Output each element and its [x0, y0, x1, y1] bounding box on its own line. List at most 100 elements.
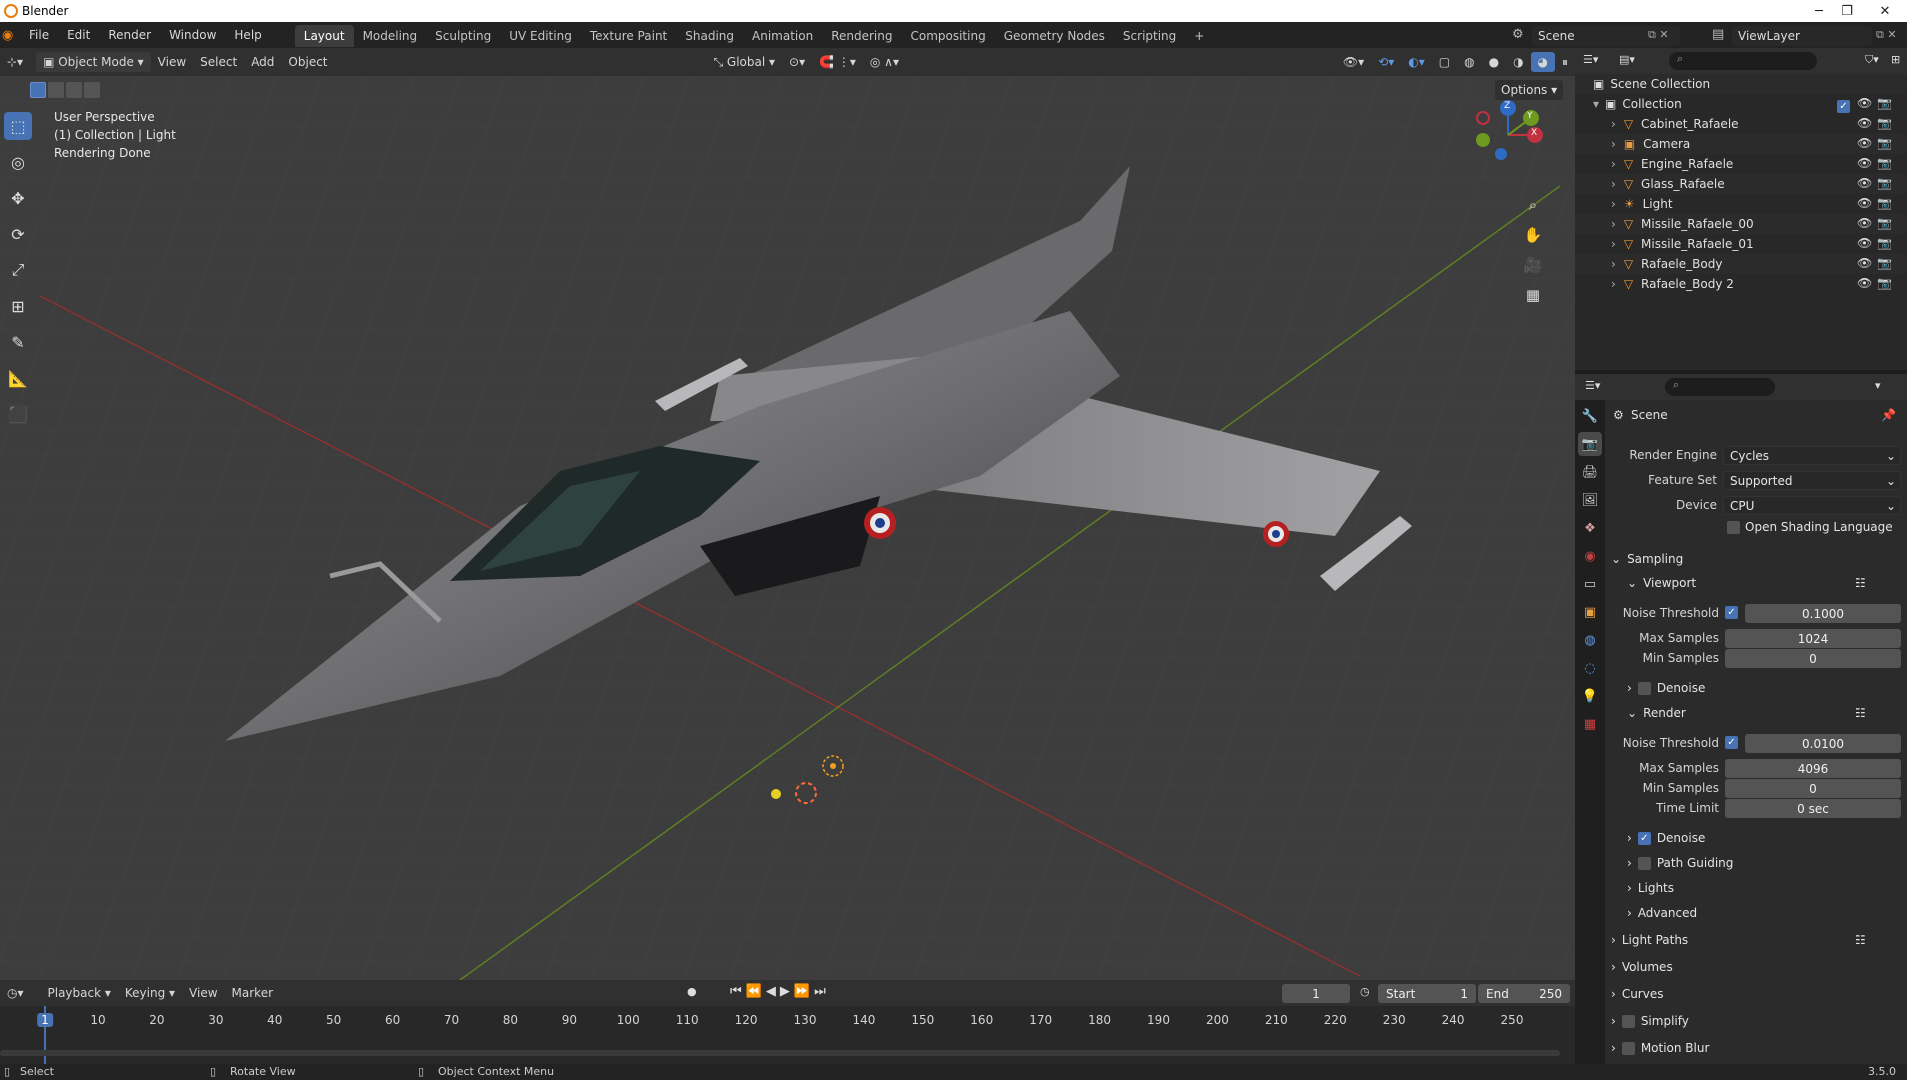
collection-visibility-eye-icon[interactable]: 👁: [1857, 96, 1872, 110]
expand-arrow-icon[interactable]: ›: [1611, 137, 1616, 151]
grid-perspective-icon[interactable]: ▦: [1520, 282, 1546, 308]
properties-editor-icon[interactable]: ☰▾: [1585, 379, 1600, 392]
outliner-editor-icon[interactable]: ☰▾: [1583, 53, 1598, 66]
shading-rendered-icon[interactable]: ◕: [1530, 52, 1556, 72]
time-limit-field[interactable]: 0 sec: [1725, 799, 1901, 818]
vp-noise-threshold-field[interactable]: 0.1000: [1745, 604, 1901, 623]
render-subpanel-header[interactable]: ⌄ Render: [1627, 706, 1686, 720]
scene-tab-icon[interactable]: ❖: [1578, 516, 1602, 540]
viewport-subpanel-header[interactable]: ⌄ Viewport: [1627, 576, 1696, 590]
auto-keying-icon[interactable]: ●: [687, 985, 697, 998]
render-camera-icon[interactable]: 📷: [1877, 256, 1892, 270]
render-camera-icon[interactable]: 📷: [1877, 196, 1892, 210]
render-camera-icon[interactable]: 📷: [1877, 136, 1892, 150]
xray-icon[interactable]: ▢: [1432, 52, 1457, 72]
vp-min-samples-field[interactable]: 0: [1725, 649, 1901, 668]
outliner-item[interactable]: › ▽ Missile_Rafaele_00 👁 📷: [1575, 214, 1907, 234]
visibility-eye-icon[interactable]: 👁: [1857, 196, 1872, 210]
transform-orientation[interactable]: ⤡ Global ▾: [706, 52, 782, 72]
expand-arrow-icon[interactable]: ›: [1611, 217, 1616, 231]
outliner-item[interactable]: › ▽ Cabinet_Rafaele 👁 📷: [1575, 114, 1907, 134]
path-guiding-subpanel[interactable]: › Path Guiding: [1627, 856, 1733, 870]
visibility-eye-icon[interactable]: 👁: [1857, 276, 1872, 290]
expand-arrow-icon[interactable]: ›: [1611, 157, 1616, 171]
current-frame-field[interactable]: 1: [1282, 984, 1350, 1003]
visibility-eye-icon[interactable]: 👁: [1857, 256, 1872, 270]
world-tab-icon[interactable]: ◉: [1578, 544, 1602, 568]
outliner-item[interactable]: › ▽ Engine_Rafaele 👁 📷: [1575, 154, 1907, 174]
expand-arrow-icon[interactable]: ›: [1611, 257, 1616, 271]
proportional-edit-icon[interactable]: ◎ ∧▾: [863, 52, 906, 72]
shading-solid-icon[interactable]: ●: [1482, 52, 1506, 72]
display-mode-icon[interactable]: ▤▾: [1619, 53, 1635, 66]
select-box-tool-icon[interactable]: ⬚: [4, 112, 32, 140]
tab-compositing[interactable]: Compositing: [901, 25, 994, 47]
object-data-tab-icon[interactable]: 💡: [1578, 684, 1602, 708]
visibility-eye-icon[interactable]: 👁: [1857, 116, 1872, 130]
r-noise-threshold-checkbox[interactable]: ✓: [1725, 736, 1738, 749]
add-cube-tool-icon[interactable]: ⬛: [4, 400, 32, 428]
modifiers-tab-icon[interactable]: ◍: [1578, 628, 1602, 652]
r-min-samples-field[interactable]: 0: [1725, 779, 1901, 798]
vp-max-samples-field[interactable]: 1024: [1725, 629, 1901, 648]
zoom-icon[interactable]: ⌕: [1520, 192, 1546, 218]
render-camera-icon[interactable]: 📷: [1877, 216, 1892, 230]
visibility-eye-icon[interactable]: 👁: [1857, 236, 1872, 250]
tab-scripting[interactable]: Scripting: [1114, 25, 1185, 47]
pivot-icon[interactable]: ⊙▾: [782, 52, 812, 72]
select-subtract-icon[interactable]: [66, 82, 82, 98]
outliner-item[interactable]: › ☀ Light 👁 📷: [1575, 194, 1907, 214]
lights-subpanel[interactable]: › Lights: [1627, 881, 1674, 895]
tab-uv-editing[interactable]: UV Editing: [500, 25, 581, 47]
curves-section[interactable]: › Curves: [1611, 987, 1663, 1001]
shading-material-icon[interactable]: ◑: [1506, 52, 1530, 72]
filter-icon[interactable]: ⛉▾: [1865, 53, 1879, 67]
end-frame-field[interactable]: End 250: [1478, 984, 1570, 1003]
render-camera-icon[interactable]: 📷: [1877, 176, 1892, 190]
tab-shading[interactable]: Shading: [676, 25, 743, 47]
r-noise-threshold-field[interactable]: 0.0100: [1745, 734, 1901, 753]
properties-search-input[interactable]: ⌕: [1665, 378, 1775, 396]
overlay-toggle-icon[interactable]: ◐▾: [1401, 52, 1432, 72]
pause-render-icon[interactable]: ⏸: [1555, 52, 1575, 72]
expand-arrow-icon[interactable]: ▾: [1593, 97, 1599, 111]
timeline-editor-icon[interactable]: ◷▾: [0, 983, 31, 1003]
pin-icon[interactable]: 📌: [1881, 408, 1896, 422]
gizmo-toggle-icon[interactable]: ⟲▾: [1371, 52, 1401, 72]
preview-range-icon[interactable]: ◷: [1360, 985, 1370, 998]
visibility-eye-icon[interactable]: 👁: [1857, 176, 1872, 190]
pin-scene-icon[interactable]: ⧉ ✕: [1648, 28, 1669, 42]
menu-add[interactable]: Add: [244, 52, 281, 72]
close-button[interactable]: ✕: [1863, 0, 1907, 22]
shading-wireframe-icon[interactable]: ◍: [1457, 52, 1481, 72]
new-collection-icon[interactable]: ⊞: [1891, 53, 1900, 66]
viewlayer-selector[interactable]: ViewLayer: [1732, 26, 1872, 46]
light-paths-section[interactable]: › Light Paths: [1611, 933, 1688, 947]
outliner-item[interactable]: › ▽ Rafaele_Body 👁 📷: [1575, 254, 1907, 274]
volumes-section[interactable]: › Volumes: [1611, 960, 1673, 974]
device-dropdown[interactable]: CPU ⌄: [1723, 496, 1901, 515]
playback-controls[interactable]: ⏮⏪◀▶⏩⏭: [730, 984, 830, 999]
tab-texture-paint[interactable]: Texture Paint: [581, 25, 676, 47]
advanced-subpanel[interactable]: › Advanced: [1627, 906, 1697, 920]
snap-icon[interactable]: 🧲 ⋮▾: [812, 52, 863, 72]
render-camera-icon[interactable]: 📷: [1877, 116, 1892, 130]
tool-tab-icon[interactable]: 🔧: [1578, 404, 1602, 428]
texture-tab-icon[interactable]: ▦: [1578, 712, 1602, 736]
viewlayer-options-icon[interactable]: ⧉ ✕: [1876, 28, 1897, 42]
render-engine-dropdown[interactable]: Cycles ⌄: [1723, 446, 1901, 465]
move-tool-icon[interactable]: ✥: [4, 184, 32, 212]
expand-arrow-icon[interactable]: ›: [1611, 117, 1616, 131]
cursor-tool-icon[interactable]: ◎: [4, 148, 32, 176]
annotate-tool-icon[interactable]: ✎: [4, 328, 32, 356]
outliner-item[interactable]: › ▽ Missile_Rafaele_01 👁 📷: [1575, 234, 1907, 254]
menu-select[interactable]: Select: [193, 52, 244, 72]
properties-options-icon[interactable]: ▾: [1875, 379, 1881, 392]
menu-render[interactable]: Render: [99, 22, 160, 48]
collection-render-camera-icon[interactable]: 📷: [1877, 96, 1892, 110]
menu-view[interactable]: View: [151, 52, 193, 72]
blender-menu-icon[interactable]: ◉: [2, 28, 20, 43]
menu-marker[interactable]: Marker: [225, 983, 280, 1003]
select-intersect-icon[interactable]: [84, 82, 100, 98]
output-tab-icon[interactable]: 🖨: [1578, 460, 1602, 484]
